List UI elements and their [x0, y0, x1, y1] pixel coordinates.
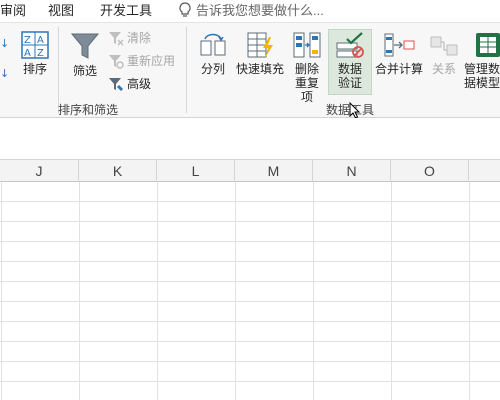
column-header-partial[interactable]: [469, 160, 500, 182]
svg-text:A: A: [37, 35, 44, 46]
formula-bar-area: [0, 118, 500, 160]
tab-view[interactable]: 视图: [48, 2, 74, 20]
consolidate-label: 合并计算: [374, 62, 423, 76]
ribbon: ↓ ↓ Z A A Z 排序 筛选 清除 重新应用 高级 排序和筛选 分列 快速…: [0, 22, 500, 119]
filter-icon: [70, 33, 100, 59]
relationships-button[interactable]: 关系: [428, 31, 460, 76]
advanced-label: 高级: [127, 77, 152, 91]
tab-review[interactable]: 审阅: [0, 2, 26, 20]
svg-text:Z: Z: [24, 35, 31, 46]
advanced-filter-icon: [109, 78, 123, 91]
data-validation-label: 数据验证: [337, 62, 362, 90]
filter-button[interactable]: 筛选: [66, 31, 104, 78]
sort-button[interactable]: Z A A Z 排序: [18, 31, 52, 76]
clear-label: 清除: [127, 31, 152, 45]
advanced-filter-button[interactable]: 高级: [108, 75, 151, 93]
menu-bar: 审阅 视图 开发工具 告诉我您想要做什么...: [0, 0, 500, 22]
worksheet-grid[interactable]: [0, 182, 500, 400]
lightbulb-icon: [179, 2, 191, 17]
reapply-label: 重新应用: [127, 54, 176, 68]
flash-fill-icon: [247, 32, 273, 58]
manage-data-model-button[interactable]: 管理数据模型: [464, 31, 500, 90]
remove-duplicates-icon: [293, 32, 321, 58]
text-to-columns-icon: [200, 33, 226, 56]
remove-duplicates-button[interactable]: 删除重复项: [288, 31, 326, 104]
data-validation-icon: [336, 32, 364, 58]
search-placeholder: 告诉我您想要做什么...: [196, 3, 324, 18]
data-validation-button[interactable]: 数据验证: [330, 31, 370, 90]
clear-filter-button[interactable]: 清除: [108, 29, 151, 47]
svg-text:Z: Z: [37, 48, 44, 59]
sort-icon: Z A A Z: [21, 31, 49, 59]
manage-data-model-label: 管理数据模型: [464, 62, 500, 90]
flash-fill-label: 快速填充: [235, 62, 284, 76]
remove-duplicates-label: 删除重复项: [294, 62, 319, 104]
column-header-k[interactable]: K: [79, 160, 157, 182]
sort-label: 排序: [22, 62, 47, 76]
text-to-columns-label: 分列: [200, 62, 225, 76]
clear-filter-icon: [109, 32, 124, 46]
column-header-m[interactable]: M: [235, 160, 313, 182]
relationships-icon: [430, 36, 458, 56]
tab-developer[interactable]: 开发工具: [100, 2, 152, 20]
column-header-j[interactable]: J: [0, 160, 79, 182]
filter-label: 筛选: [72, 64, 97, 78]
reapply-button[interactable]: 重新应用: [108, 52, 175, 70]
svg-text:↓: ↓: [0, 67, 9, 80]
reapply-icon: [109, 55, 124, 69]
text-to-columns-button[interactable]: 分列: [196, 31, 230, 76]
separator: [186, 27, 187, 113]
sort-ascending-icon[interactable]: ↓ ↓: [0, 33, 14, 83]
column-header-o[interactable]: O: [391, 160, 469, 182]
svg-text:↓: ↓: [0, 37, 9, 50]
tell-me-search[interactable]: 告诉我您想要做什么...: [178, 2, 324, 20]
sort-filter-group-label: 排序和筛选: [58, 103, 119, 117]
column-headers: J K L M N O: [0, 160, 500, 182]
consolidate-button[interactable]: 合并计算: [374, 31, 424, 76]
column-header-l[interactable]: L: [157, 160, 235, 182]
consolidate-icon: [384, 33, 415, 57]
relationships-label: 关系: [431, 62, 456, 76]
svg-text:A: A: [24, 48, 31, 59]
flash-fill-button[interactable]: 快速填充: [234, 31, 286, 76]
column-header-n[interactable]: N: [313, 160, 391, 182]
manage-data-model-icon: [476, 33, 500, 57]
